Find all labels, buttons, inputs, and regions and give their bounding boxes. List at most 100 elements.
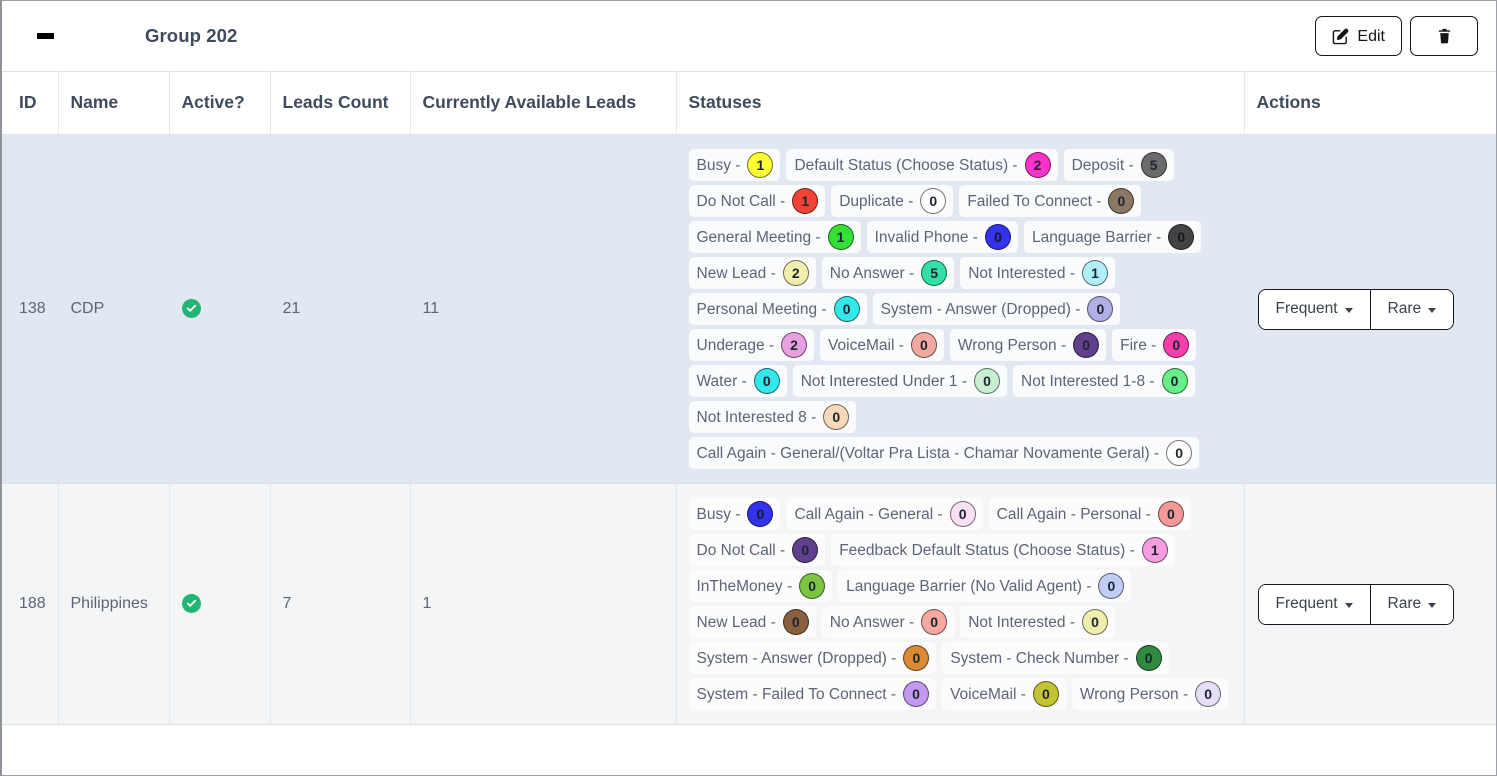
column-header-leads-count: Leads Count [270, 71, 411, 135]
status-chip[interactable]: Call Again - Personal - 0 [988, 498, 1191, 530]
status-chip[interactable]: Busy - 0 [688, 498, 781, 530]
status-chip-count: 0 [823, 404, 850, 430]
status-chip[interactable]: Failed To Connect - 0 [959, 185, 1142, 217]
status-chip[interactable]: Not Interested 1-8 - 0 [1013, 365, 1195, 397]
status-chip[interactable]: System - Check Number - 0 [942, 642, 1169, 674]
actions-button-group: Frequent Rare [1257, 583, 1455, 625]
status-chip-count: 0 [920, 188, 947, 214]
status-chip[interactable]: Not Interested Under 1 - 0 [792, 365, 1008, 397]
group-detail-panel: Group 202 Edit ID Name Active? Leads Cou… [0, 0, 1497, 776]
status-chip[interactable]: Wrong Person - 0 [1071, 678, 1229, 710]
status-chip-label: Busy - [696, 157, 741, 175]
status-chip[interactable]: VoiceMail - 0 [820, 329, 944, 361]
column-header-available-leads: Currently Available Leads [410, 71, 677, 135]
chevron-down-icon [1428, 602, 1437, 608]
status-chip[interactable]: System - Answer (Dropped) - 0 [688, 642, 937, 674]
status-chip[interactable]: General Meeting - 1 [688, 221, 861, 253]
rare-dropdown-button[interactable]: Rare [1369, 289, 1454, 329]
status-chip[interactable]: Do Not Call - 0 [688, 534, 826, 566]
status-chip-label: Fire - [1120, 337, 1157, 355]
cell-actions: Frequent Rare [1244, 483, 1496, 725]
status-chip[interactable]: Language Barrier (No Valid Agent) - 0 [838, 570, 1132, 602]
status-chip-count: 0 [1195, 681, 1222, 707]
status-chip-label: Failed To Connect - [967, 193, 1102, 211]
status-chip-label: Not Interested Under 1 - [800, 373, 968, 391]
status-chip[interactable]: Fire - 0 [1112, 329, 1197, 361]
status-chip-label: No Answer - [829, 614, 915, 632]
frequent-dropdown-button[interactable]: Frequent [1258, 289, 1370, 329]
status-chip-label: Wrong Person - [1079, 686, 1189, 704]
status-chip[interactable]: No Answer - 0 [821, 606, 955, 638]
status-chip[interactable]: VoiceMail - 0 [942, 678, 1066, 710]
status-chip-count: 0 [1168, 224, 1195, 250]
chevron-down-icon [1428, 307, 1437, 313]
status-chip-count: 1 [1141, 537, 1168, 563]
status-chip-label: Call Again - General - [794, 506, 943, 524]
frequent-dropdown-button[interactable]: Frequent [1258, 584, 1370, 624]
delete-button[interactable] [1410, 16, 1478, 56]
status-chip[interactable]: Underage - 2 [688, 329, 815, 361]
status-chip-label: General Meeting - [696, 229, 821, 247]
status-chip-label: Default Status (Choose Status) - [794, 157, 1018, 175]
status-chip[interactable]: New Lead - 2 [688, 257, 816, 289]
page-title: Group 202 [145, 25, 238, 46]
status-chip-count: 0 [753, 368, 780, 394]
status-chip[interactable]: Feedback Default Status (Choose Status) … [831, 534, 1175, 566]
status-chip[interactable]: System - Answer (Dropped) - 0 [872, 293, 1121, 325]
cell-id: 188 [2, 483, 59, 725]
minus-icon[interactable] [28, 19, 62, 53]
status-chip[interactable]: Call Again - General/(Voltar Pra Lista -… [688, 437, 1200, 469]
status-chip-label: Do Not Call - [696, 193, 786, 211]
rare-dropdown-button-label: Rare [1387, 300, 1422, 317]
rare-dropdown-button[interactable]: Rare [1369, 584, 1454, 624]
status-chip[interactable]: Personal Meeting - 0 [688, 293, 867, 325]
status-chip-label: Not Interested - [968, 265, 1076, 283]
check-circle-icon [181, 299, 201, 318]
status-chip-count: 0 [799, 573, 826, 599]
status-chip[interactable]: New Lead - 0 [688, 606, 816, 638]
status-chip-count: 0 [974, 368, 1001, 394]
status-chip-count: 1 [1082, 260, 1109, 286]
status-chip-list: Busy - 1 Default Status (Choose Status) - 2… [688, 145, 1244, 473]
actions-button-group: Frequent Rare [1257, 288, 1455, 330]
frequent-dropdown-button-label: Frequent [1275, 300, 1338, 317]
column-header-statuses: Statuses [676, 71, 1245, 135]
status-chip[interactable]: Not Interested 8 - 0 [688, 401, 857, 433]
status-chip[interactable]: Call Again - General - 0 [786, 498, 983, 530]
status-chip[interactable]: Not Interested - 0 [960, 606, 1116, 638]
status-chip[interactable]: Busy - 1 [688, 149, 781, 181]
status-chip[interactable]: Not Interested - 1 [960, 257, 1116, 289]
status-chip-label: System - Check Number - [950, 650, 1129, 668]
trash-icon [1436, 27, 1453, 45]
header-actions: Edit [1315, 16, 1478, 56]
status-chip-count: 0 [1082, 609, 1109, 635]
status-chip-label: Personal Meeting - [696, 301, 827, 319]
cell-name: CDP [58, 134, 170, 484]
status-chip-label: Underage - [696, 337, 775, 355]
status-chip[interactable]: Do Not Call - 1 [688, 185, 826, 217]
status-chip[interactable]: Water - 0 [688, 365, 787, 397]
cell-id: 138 [2, 134, 59, 484]
status-chip-count: 5 [1140, 152, 1167, 178]
status-chip-count: 0 [782, 609, 809, 635]
status-chip-label: No Answer - [829, 265, 915, 283]
status-chip-count: 0 [792, 537, 819, 563]
status-chip[interactable]: Language Barrier - 0 [1023, 221, 1202, 253]
column-header-name: Name [58, 71, 170, 135]
status-chip[interactable]: Deposit - 5 [1063, 149, 1174, 181]
column-header-active: Active? [169, 71, 271, 135]
status-chip[interactable]: Invalid Phone - 0 [866, 221, 1018, 253]
status-chip-label: Not Interested 8 - [696, 409, 817, 427]
status-chip[interactable]: InTheMoney - 0 [688, 570, 833, 602]
status-chip[interactable]: Wrong Person - 0 [949, 329, 1107, 361]
status-chip[interactable]: System - Failed To Connect - 0 [688, 678, 937, 710]
status-chip-count: 0 [1161, 368, 1188, 394]
status-chip[interactable]: No Answer - 5 [821, 257, 955, 289]
column-header-id: ID [2, 71, 59, 135]
status-chip-label: New Lead - [696, 614, 776, 632]
status-chip[interactable]: Default Status (Choose Status) - 2 [786, 149, 1058, 181]
status-chip[interactable]: Duplicate - 0 [831, 185, 954, 217]
cell-active [169, 483, 271, 725]
edit-button[interactable]: Edit [1315, 16, 1402, 56]
status-chip-label: Feedback Default Status (Choose Status) … [839, 542, 1135, 560]
